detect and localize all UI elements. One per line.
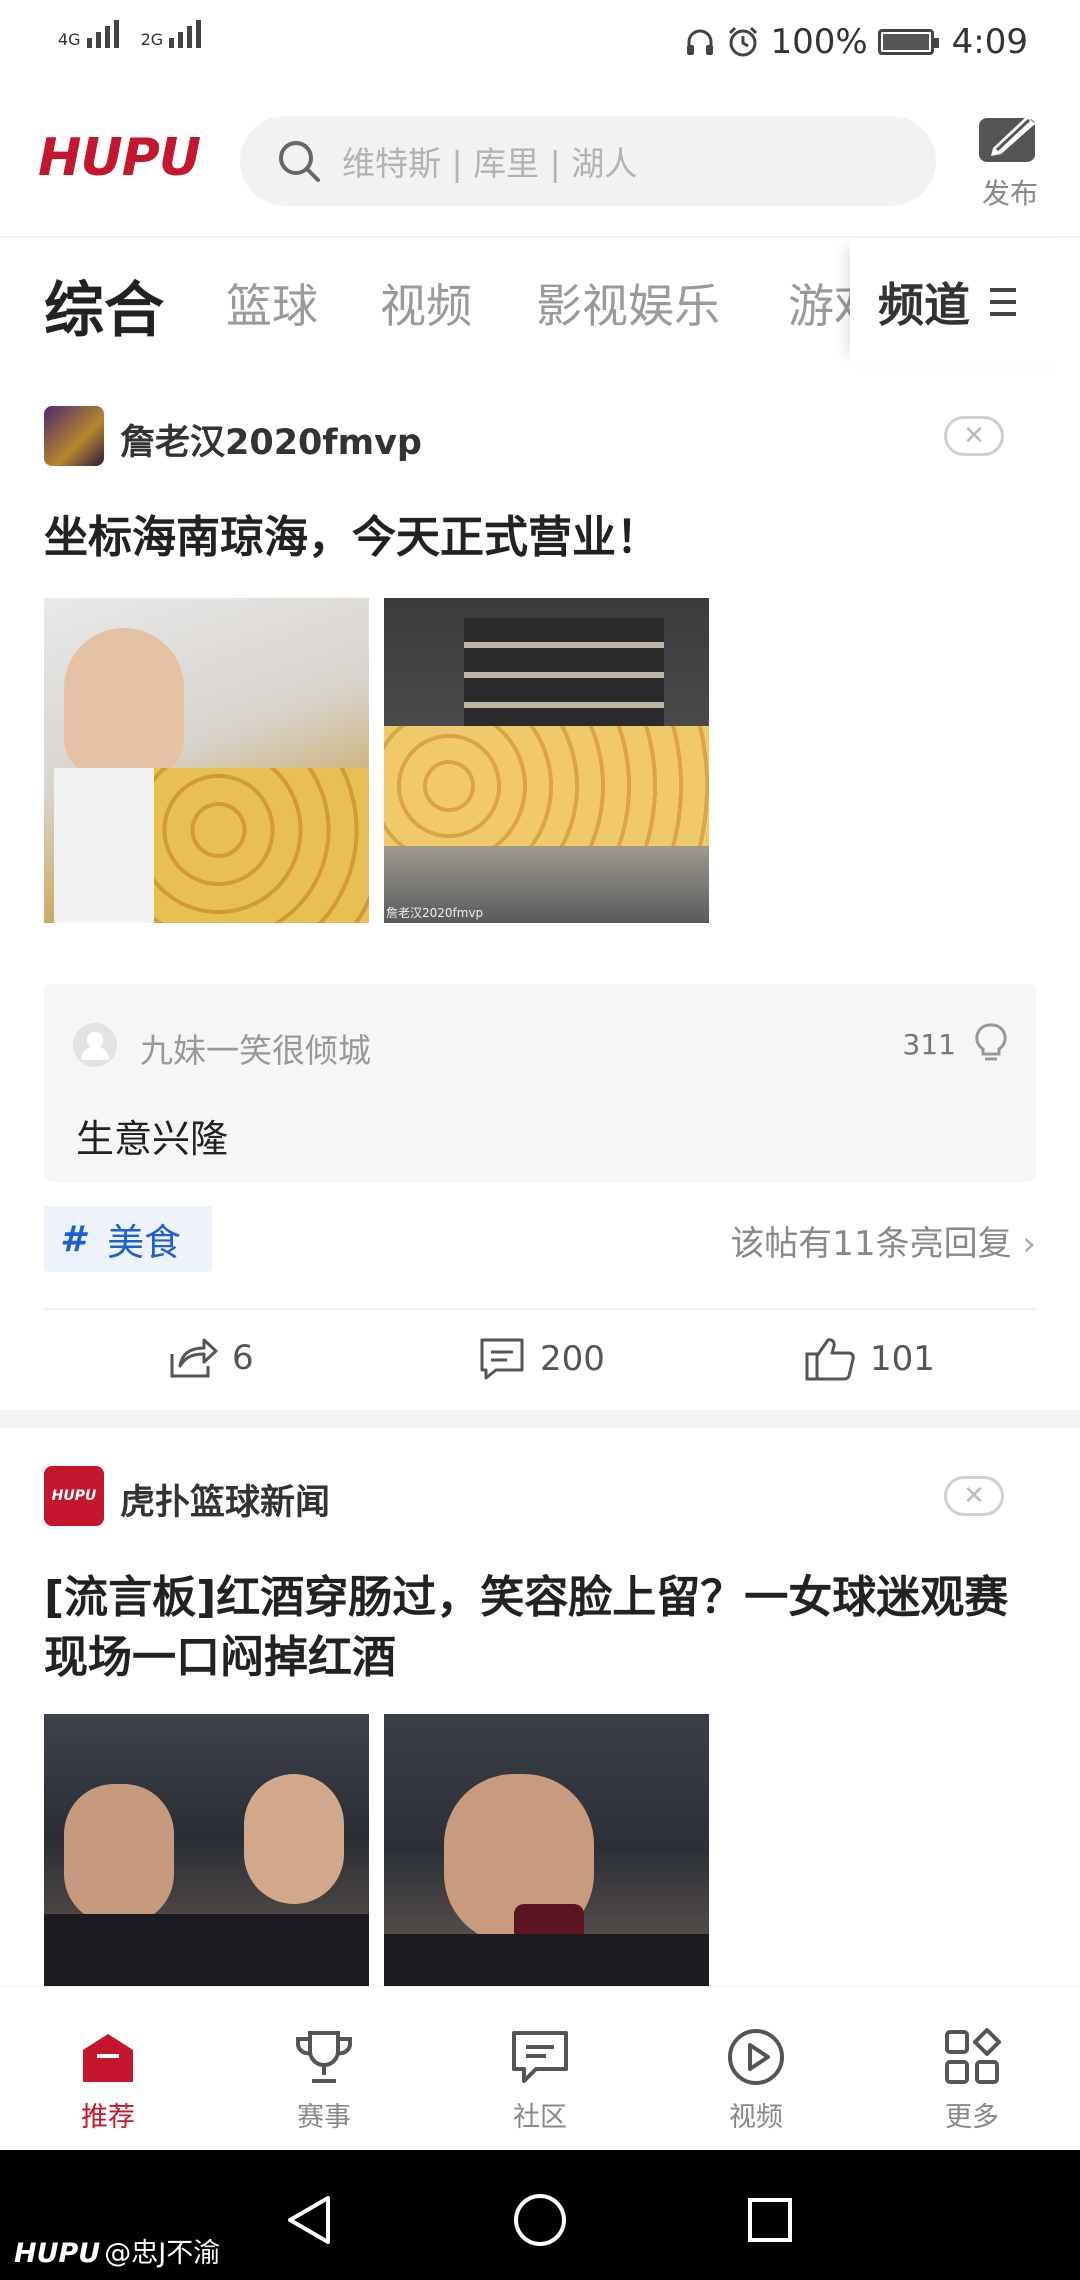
avatar[interactable]: HUPU: [44, 1466, 104, 1526]
home-icon: [83, 2034, 133, 2082]
hupu-tag-icon: #: [60, 1218, 86, 1260]
lightbulb-icon[interactable]: [972, 1022, 1010, 1064]
avatar-logo-text: HUPU: [51, 1488, 97, 1504]
status-bar: 4G 2G 100% 4:09: [0, 0, 1080, 92]
bottom-navigation: 推荐 赛事 社区 视频 更多: [0, 1986, 1080, 2150]
post-author[interactable]: 虎扑篮球新闻: [120, 1474, 330, 1525]
hot-comment-box[interactable]: 九妹一笑很倾城 311 生意兴隆: [44, 984, 1036, 1182]
app-screen: { "status_bar": { "network1": "4G", "net…: [0, 0, 1080, 2280]
tab-entertainment[interactable]: 影视娱乐: [536, 270, 720, 336]
back-icon[interactable]: [284, 2194, 334, 2246]
avatar[interactable]: [44, 406, 104, 466]
thumbs-up-icon: [805, 1338, 855, 1381]
post-image[interactable]: [44, 1714, 369, 1986]
nav-matches[interactable]: 赛事: [264, 2027, 384, 2134]
topic-tag[interactable]: # 美食: [44, 1206, 212, 1272]
divider: [44, 1308, 1036, 1310]
chat-icon: [512, 2031, 568, 2083]
post-image[interactable]: 詹老汉2020fmvp: [384, 598, 709, 923]
publish-button[interactable]: 发布: [970, 112, 1050, 212]
compose-icon: [979, 116, 1035, 162]
tab-video[interactable]: 视频: [380, 270, 472, 336]
post-title[interactable]: [流言板]红酒穿肠过，笑容脸上留？一女球迷观赛现场一口闷掉红酒: [44, 1568, 1034, 1688]
nav-community[interactable]: 社区: [480, 2027, 600, 2134]
home-circle-icon[interactable]: [512, 2192, 568, 2248]
bright-replies-link[interactable]: 该帖有11条亮回复 ›: [730, 1216, 1036, 1265]
nav-recommend[interactable]: 推荐: [48, 2027, 168, 2134]
search-icon: [279, 141, 320, 182]
tab-zonghe[interactable]: 综合: [44, 262, 164, 349]
post-image[interactable]: [384, 1714, 709, 1986]
category-tabs: 综合 篮球 视频 影视娱乐 游戏 频道: [0, 236, 1080, 366]
system-navigation-bar: HUPU @忠J不渝: [0, 2150, 1080, 2280]
tag-label: 美食: [107, 1221, 182, 1264]
battery-percent: 100%: [770, 22, 868, 62]
comment-text: 生意兴隆: [76, 1117, 229, 1161]
comment-like-count: 311: [902, 1028, 956, 1061]
battery-icon: [877, 29, 939, 55]
share-icon: [170, 1338, 218, 1378]
dismiss-post-button[interactable]: ✕: [944, 1476, 1004, 1516]
headphones-icon: [687, 29, 714, 55]
signal-indicators: 4G 2G: [58, 20, 202, 48]
play-icon: [728, 2029, 784, 2085]
recents-icon[interactable]: [746, 2196, 794, 2244]
post-author[interactable]: 詹老汉2020fmvp: [120, 414, 422, 465]
nav-more[interactable]: 更多: [912, 2027, 1032, 2134]
user-avatar-icon: [73, 1023, 117, 1067]
comment-count: 200: [540, 1339, 605, 1379]
share-count: 6: [232, 1338, 254, 1378]
nav-label: 赛事: [297, 2102, 351, 2133]
nav-label: 推荐: [81, 2102, 135, 2133]
search-bar[interactable]: 维特斯 | 库里 | 湖人: [240, 116, 936, 206]
like-count: 101: [870, 1339, 935, 1379]
bright-replies-text: 该帖有11条亮回复: [730, 1224, 1012, 1264]
close-icon: ✕: [963, 1481, 985, 1511]
nav-label: 社区: [513, 2102, 567, 2133]
nav-video[interactable]: 视频: [696, 2027, 816, 2134]
comment-user: 九妹一笑很倾城: [140, 1031, 371, 1070]
tab-basketball[interactable]: 篮球: [226, 270, 318, 336]
alarm-icon: [729, 26, 758, 57]
comment-button[interactable]: 200: [478, 1336, 605, 1382]
watermark: HUPU @忠J不渝: [14, 2231, 220, 2270]
trophy-icon: [296, 2031, 352, 2083]
share-button[interactable]: 6: [168, 1336, 254, 1380]
image-watermark: 詹老汉2020fmvp: [386, 906, 484, 920]
watermark-user: @忠J不渝: [104, 2238, 221, 2269]
search-placeholder: 维特斯 | 库里 | 湖人: [342, 144, 638, 183]
status-right: 100% 4:09: [684, 22, 1028, 62]
publish-label: 发布: [981, 177, 1038, 210]
nav-label: 更多: [945, 2102, 999, 2133]
clock: 4:09: [951, 22, 1028, 62]
section-gap: [0, 1410, 1080, 1428]
like-button[interactable]: 101: [804, 1336, 935, 1382]
channel-label: 频道: [878, 278, 970, 332]
close-icon: ✕: [963, 421, 985, 451]
channel-button[interactable]: 频道: [850, 238, 1080, 366]
signal-4g-icon: 4G: [58, 20, 119, 48]
grid-icon: [945, 2028, 1001, 2084]
post-title[interactable]: 坐标海南琼海，今天正式营业！: [44, 508, 1034, 568]
comment-icon: [480, 1338, 524, 1380]
post-image[interactable]: [44, 598, 369, 923]
menu-icon: [990, 288, 1016, 316]
signal-2g-icon: 2G: [141, 20, 202, 48]
chevron-right-icon: ›: [1022, 1224, 1036, 1264]
watermark-logo: HUPU: [14, 2238, 101, 2269]
hupu-logo[interactable]: HUPU: [38, 128, 201, 188]
dismiss-post-button[interactable]: ✕: [944, 416, 1004, 456]
nav-label: 视频: [729, 2102, 783, 2133]
